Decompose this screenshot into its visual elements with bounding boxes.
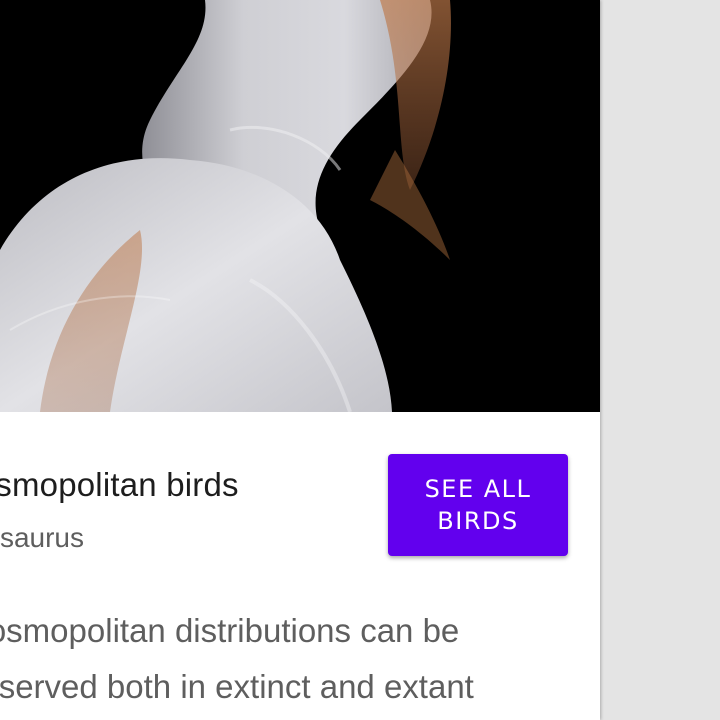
- egret-photo: [0, 0, 600, 412]
- description-line-1: Cosmopolitan distributions can be: [0, 612, 460, 649]
- hero-image: [0, 0, 600, 412]
- bird-detail-card: cosmopolitan birds Aviasaurus SEE ALL BI…: [0, 0, 600, 720]
- bird-title: cosmopolitan birds: [0, 466, 239, 503]
- bird-subtitle: Aviasaurus: [0, 522, 85, 553]
- see-all-birds-button[interactable]: SEE ALL BIRDS: [388, 454, 568, 556]
- description-line-2: observed both in extinct and extant: [0, 668, 474, 705]
